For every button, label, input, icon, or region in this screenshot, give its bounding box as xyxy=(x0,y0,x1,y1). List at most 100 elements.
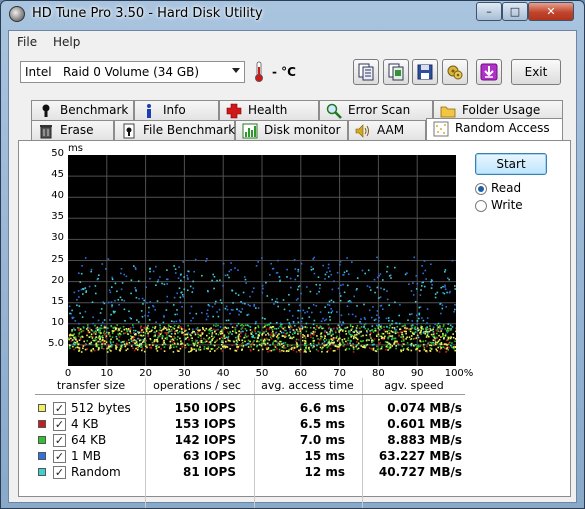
data-point xyxy=(393,343,395,345)
data-point xyxy=(225,327,228,329)
data-point xyxy=(217,324,219,327)
start-button[interactable]: Start xyxy=(475,153,547,175)
data-point xyxy=(140,310,143,312)
data-point xyxy=(421,265,423,267)
data-point xyxy=(226,331,229,334)
tab-health[interactable]: Health xyxy=(219,100,319,120)
data-point xyxy=(94,333,97,335)
data-point xyxy=(295,340,297,343)
data-point xyxy=(397,331,400,334)
data-point xyxy=(215,323,217,325)
series-checkbox[interactable]: ✓ xyxy=(53,402,66,415)
data-point xyxy=(289,277,292,280)
data-point xyxy=(147,335,150,337)
tab-disk-monitor[interactable]: Disk monitor xyxy=(235,120,348,140)
data-point xyxy=(109,291,112,294)
data-point xyxy=(250,333,252,335)
data-point xyxy=(391,338,393,341)
data-point xyxy=(174,268,177,270)
data-point xyxy=(101,347,103,349)
read-radio[interactable] xyxy=(475,183,487,195)
copy-text-button[interactable] xyxy=(353,59,379,85)
download-button[interactable] xyxy=(476,59,502,85)
data-point xyxy=(84,257,87,259)
data-point xyxy=(216,311,218,313)
data-point xyxy=(137,321,140,323)
y-tick-label: 45 xyxy=(51,169,64,181)
data-point xyxy=(429,341,432,344)
data-point xyxy=(325,339,328,341)
options-button[interactable] xyxy=(442,59,468,85)
data-point xyxy=(241,327,244,330)
data-point xyxy=(87,324,89,326)
title-bar[interactable]: HD Tune Pro 3.50 - Hard Disk Utility – □… xyxy=(1,1,584,29)
data-point xyxy=(270,262,272,265)
data-point xyxy=(354,315,357,318)
data-point xyxy=(184,344,186,346)
series-checkbox[interactable]: ✓ xyxy=(53,450,66,463)
data-point xyxy=(342,274,345,276)
save-button[interactable] xyxy=(412,59,438,85)
tab-file-benchmark[interactable]: File Benchmark xyxy=(114,120,235,140)
data-point xyxy=(209,341,211,343)
data-point xyxy=(186,277,189,279)
data-point xyxy=(109,340,112,343)
data-point xyxy=(123,273,125,276)
menu-file[interactable]: File xyxy=(17,35,37,49)
data-point xyxy=(354,334,356,336)
data-point xyxy=(228,332,230,335)
maximize-button[interactable]: □ xyxy=(502,2,528,21)
data-point xyxy=(370,332,372,334)
tab-random-access[interactable]: Random Access xyxy=(426,118,563,140)
data-point xyxy=(101,335,104,337)
minimize-button[interactable]: – xyxy=(476,2,502,21)
data-point xyxy=(236,343,238,346)
data-point xyxy=(95,339,97,341)
data-point xyxy=(114,328,117,330)
write-radio[interactable] xyxy=(475,200,487,212)
data-point xyxy=(105,335,108,337)
close-button[interactable]: ✕ xyxy=(528,2,574,21)
series-checkbox[interactable]: ✓ xyxy=(53,466,66,479)
data-point xyxy=(360,326,363,328)
data-point xyxy=(163,315,165,317)
data-point xyxy=(279,330,282,333)
series-checkbox[interactable]: ✓ xyxy=(53,418,66,431)
data-point xyxy=(153,331,156,333)
series-color-swatch xyxy=(38,452,46,460)
data-point xyxy=(271,329,274,331)
tab-folder-usage[interactable]: Folder Usage xyxy=(433,100,563,120)
tab-error-scan[interactable]: Error Scan xyxy=(319,100,433,120)
series-checkbox[interactable]: ✓ xyxy=(53,434,66,447)
data-point xyxy=(276,341,279,343)
data-point xyxy=(124,345,126,348)
data-point xyxy=(172,339,175,341)
tab-aam[interactable]: AAM xyxy=(348,120,426,140)
data-point xyxy=(352,348,355,351)
data-point xyxy=(338,331,340,333)
data-point xyxy=(214,350,216,352)
data-point xyxy=(297,338,300,341)
data-point xyxy=(225,336,228,339)
data-point xyxy=(163,346,166,348)
data-point xyxy=(206,309,209,311)
data-point xyxy=(429,325,431,327)
benchmark-icon xyxy=(42,104,50,117)
data-point xyxy=(402,336,405,338)
tab-info[interactable]: Info xyxy=(134,100,219,120)
drive-selector[interactable]: Intel Raid 0 Volume (34 GB) xyxy=(20,61,245,83)
data-point xyxy=(157,334,160,337)
menu-help[interactable]: Help xyxy=(53,35,80,49)
data-point xyxy=(372,347,375,350)
copy-screen-button[interactable] xyxy=(383,59,409,85)
data-point xyxy=(84,348,87,351)
tab-benchmark[interactable]: Benchmark xyxy=(31,100,134,120)
data-point xyxy=(274,346,277,348)
data-point xyxy=(207,304,210,306)
data-point xyxy=(253,343,255,346)
data-point xyxy=(156,350,159,352)
tab-erase[interactable]: Erase xyxy=(31,120,114,140)
data-point xyxy=(326,271,328,273)
data-point xyxy=(75,338,77,340)
exit-button[interactable]: Exit xyxy=(511,59,561,85)
